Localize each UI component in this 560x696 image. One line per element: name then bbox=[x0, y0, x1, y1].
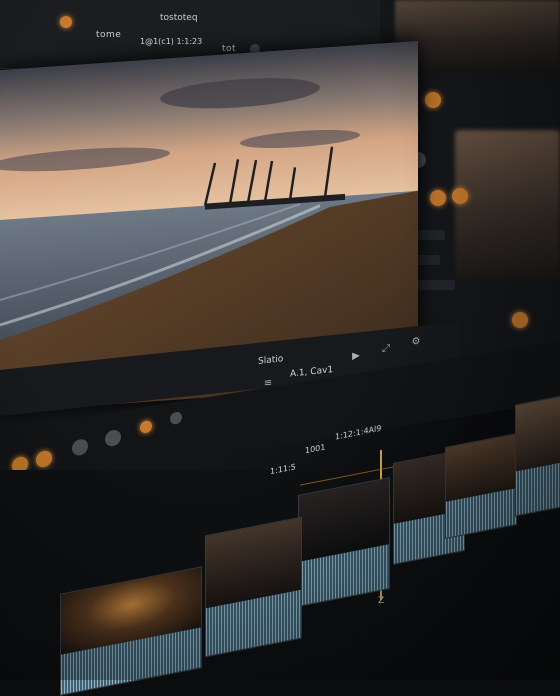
timeline-clip[interactable] bbox=[298, 477, 390, 607]
fullscreen-icon[interactable]: ⤢ bbox=[380, 343, 392, 356]
timeline-clip[interactable] bbox=[445, 433, 517, 539]
timecode-readout: 1@1(c1) 1:1:23 bbox=[140, 37, 203, 46]
project-title: tostoteq bbox=[160, 13, 198, 23]
parameter-knob[interactable] bbox=[105, 428, 121, 448]
timeline-clip[interactable] bbox=[515, 395, 560, 517]
color-wheel-knob[interactable] bbox=[452, 188, 468, 204]
parameter-knob[interactable] bbox=[170, 411, 182, 426]
editor-workspace: tostoteq tome 1@1(c1) 1:1:23 tot Slatio … bbox=[0, 0, 560, 696]
end-marker: Z bbox=[378, 596, 385, 606]
color-wheel-knob[interactable] bbox=[425, 92, 441, 108]
color-wheel-knob[interactable] bbox=[140, 419, 152, 434]
play-icon[interactable]: ▶ bbox=[350, 350, 362, 363]
media-thumbnail[interactable] bbox=[395, 0, 560, 70]
timeline-clip[interactable] bbox=[205, 516, 302, 658]
parameter-knob[interactable] bbox=[72, 438, 88, 457]
timecode-label: 1:12:1:4Al9 bbox=[335, 423, 382, 442]
tab-label[interactable]: tome bbox=[96, 30, 121, 40]
gear-icon[interactable]: ⚙ bbox=[410, 336, 422, 349]
color-wheel-knob[interactable] bbox=[430, 190, 446, 206]
tab-label[interactable]: tot bbox=[222, 44, 236, 54]
record-icon[interactable] bbox=[60, 16, 72, 28]
preview-thumbnail[interactable] bbox=[455, 130, 560, 280]
clip-name: Slatio bbox=[258, 354, 284, 367]
color-wheel-knob[interactable] bbox=[36, 449, 52, 469]
color-wheel-knob[interactable] bbox=[512, 312, 528, 328]
timecode-label: 1001 bbox=[305, 442, 326, 456]
